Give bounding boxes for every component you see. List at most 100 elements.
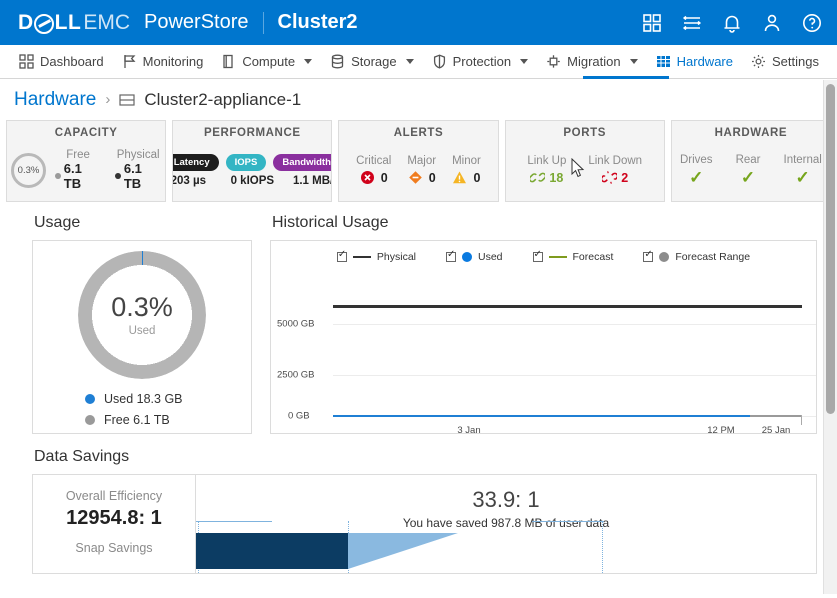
user-account-icon[interactable] [761,12,783,34]
flag-icon [122,54,137,69]
dashboard-grid-icon [19,54,34,69]
breadcrumb-link-hardware[interactable]: Hardware [14,89,96,111]
usage-legend-item-free[interactable]: Free 6.1 TB [85,413,251,427]
critical-icon [360,170,375,185]
legend-marker-forecast-range-dot [659,252,669,262]
capacity-ring-gauge: 0.3% [11,153,46,188]
brand-divider [263,12,264,34]
legend-item-used[interactable]: Used [446,251,503,263]
kpi-card-capacity[interactable]: CAPACITY 0.3% Free 6.1 TB Physical [6,120,166,202]
breadcrumb-current-appliance: Cluster2-appliance-1 [144,90,301,110]
nav-item-monitoring[interactable]: Monitoring [113,45,213,79]
ports-link-up-count: 18 [549,171,563,185]
alerts-major[interactable]: Major 0 [407,155,436,185]
legend-marker-forecast-line [549,256,567,259]
legend-item-physical[interactable]: Physical [337,251,416,263]
data-savings-saved-text: You have saved 987.8 MB of user data [403,516,609,530]
data-savings-summary: Overall Efficiency 12954.8: 1 Snap Savin… [33,475,196,573]
usage-legend-item-used[interactable]: Used 18.3 GB [85,392,251,406]
legend-item-forecast[interactable]: Forecast [533,251,614,263]
legend-item-forecast-range[interactable]: Forecast Range [643,251,750,263]
kpi-title: CAPACITY [55,127,118,139]
gridline [333,375,816,376]
ports-link-down[interactable]: Link Down 2 [588,155,642,185]
emc-wordmark: EMC [83,11,130,35]
capacity-ring-percent: 0.3% [18,165,40,176]
jobs-stack-icon[interactable] [681,12,703,34]
main-navigation: Dashboard Monitoring Compute Storage Pro… [0,45,837,79]
hardware-drives-status-check-icon: ✓ [689,169,703,186]
hardware-rear[interactable]: Rear ✓ [736,154,761,186]
nav-item-storage[interactable]: Storage [321,45,423,79]
capacity-physical-value: 6.1 TB [124,161,161,191]
nav-item-hardware[interactable]: Hardware [647,45,742,79]
forecast-end-tick [801,415,802,425]
y-tick-label: 0 GB [288,411,310,422]
performance-iops-value: 0 kIOPS [226,175,278,187]
kpi-card-performance[interactable]: PERFORMANCE Latency IOPS Bandwidth 203 µ… [172,120,332,202]
vertical-scrollbar-track[interactable] [823,80,837,594]
alerts-major-label: Major [407,155,436,167]
usage-legend-used-label: Used 18.3 GB [104,392,183,406]
breadcrumb: Hardware › Cluster2-appliance-1 [0,79,837,120]
alerts-critical[interactable]: Critical 0 [356,155,391,185]
funnel-guide-line-left [196,521,272,522]
usage-percent-caption: Used [129,325,156,337]
capacity-physical: Physical 6.1 TB [115,149,161,191]
appliance-icon [119,93,135,107]
historical-usage-section: Historical Usage Physical Used [270,214,817,434]
nav-item-compute[interactable]: Compute [212,45,321,79]
historical-plot-area[interactable]: 5000 GB 2500 GB 0 GB 3 Jan [271,285,816,433]
usage-legend: Used 18.3 GB Free 6.1 TB [33,385,251,427]
topbar-icon-group [641,12,823,34]
hardware-grid-icon [656,54,671,69]
help-question-icon[interactable] [801,12,823,34]
performance-pill-latency[interactable]: Latency [172,154,218,171]
usage-percent: 0.3% [111,294,173,321]
nav-label: Migration [567,54,620,69]
overall-efficiency-value: 12954.8: 1 [66,507,162,530]
kpi-card-hardware[interactable]: HARDWARE Drives ✓ Rear ✓ Internal ✓ [671,120,831,202]
capacity-physical-value-row: 6.1 TB [115,161,161,191]
dell-logo[interactable]: DLL [18,11,81,35]
capacity-free-label: Free [66,149,90,161]
compute-icon [221,54,236,69]
legend-checkbox-used[interactable] [446,252,456,262]
hardware-rear-status-check-icon: ✓ [741,169,755,186]
hardware-drives[interactable]: Drives ✓ [680,154,713,186]
nav-item-protection[interactable]: Protection [423,45,538,79]
breadcrumb-separator: › [105,91,110,108]
nav-item-dashboard[interactable]: Dashboard [10,45,113,79]
apps-grid-icon[interactable] [641,12,663,34]
nav-label: Hardware [677,54,733,69]
usage-donut-chart[interactable]: 0.3% Used [78,251,206,379]
data-savings-funnel-chart[interactable]: 33.9: 1 You have saved 987.8 MB of user … [196,475,816,573]
alerts-minor[interactable]: Minor 0 [452,155,481,185]
data-savings-panel: Overall Efficiency 12954.8: 1 Snap Savin… [32,474,817,574]
performance-pill-iops[interactable]: IOPS [226,154,267,171]
legend-checkbox-forecast-range[interactable] [643,252,653,262]
nav-item-settings[interactable]: Settings [742,45,828,79]
x-tick-label: 25 Jan [762,425,791,436]
historical-legend: Physical Used Forecast [271,241,816,263]
nav-item-migration[interactable]: Migration [537,45,646,79]
notifications-bell-icon[interactable] [721,12,743,34]
legend-marker-physical-line [353,256,371,259]
ports-link-up[interactable]: Link Up 18 [527,155,566,185]
data-savings-ratio: 33.9: 1 [472,487,539,513]
series-line-used [333,415,750,417]
usage-legend-free-dot [85,415,95,425]
kpi-card-alerts[interactable]: ALERTS Critical 0 Major [338,120,498,202]
legend-checkbox-forecast[interactable] [533,252,543,262]
y-tick-label: 2500 GB [277,370,315,381]
capacity-physical-label: Physical [117,149,160,161]
performance-pill-bandwidth[interactable]: Bandwidth [273,154,332,171]
kpi-card-ports[interactable]: PORTS Link Up 18 Link Down [505,120,665,202]
gear-icon [751,54,766,69]
legend-label-physical: Physical [377,251,416,263]
legend-checkbox-physical[interactable] [337,252,347,262]
hardware-internal[interactable]: Internal ✓ [784,154,822,186]
vertical-scrollbar-thumb[interactable] [826,84,835,414]
legend-marker-used-dot [462,252,472,262]
funnel-guide-line-right [532,521,604,522]
